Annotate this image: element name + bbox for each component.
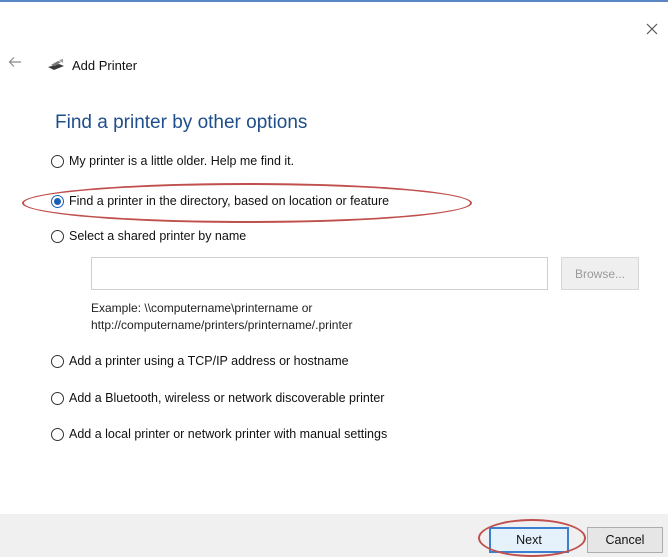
page-heading: Find a printer by other options <box>55 112 308 133</box>
back-button[interactable] <box>6 53 24 71</box>
window-top-border <box>0 0 668 2</box>
close-button[interactable] <box>643 20 661 38</box>
option-shared-printer[interactable]: Select a shared printer by name <box>51 229 246 243</box>
cancel-button[interactable]: Cancel <box>587 527 663 553</box>
option-label: Find a printer in the directory, based o… <box>69 194 390 208</box>
option-label: Add a local printer or network printer w… <box>69 427 388 441</box>
option-label: Add a Bluetooth, wireless or network dis… <box>69 391 385 405</box>
option-local-manual[interactable]: Add a local printer or network printer w… <box>51 427 387 441</box>
printer-icon <box>48 59 64 70</box>
back-arrow-icon <box>8 57 21 67</box>
next-button[interactable]: Next <box>489 527 569 553</box>
example-line-1: Example: \\computername\printername or <box>91 301 313 315</box>
radio-button[interactable] <box>51 229 64 243</box>
option-older-printer[interactable]: My printer is a little older. Help me fi… <box>51 154 294 168</box>
radio-button[interactable] <box>51 354 64 368</box>
example-line-2: http://computername/printers/printername… <box>91 318 353 332</box>
shared-printer-name-input[interactable] <box>91 257 548 290</box>
radio-button[interactable] <box>51 427 64 441</box>
browse-button[interactable]: Browse... <box>561 257 639 290</box>
radio-button[interactable] <box>51 154 64 168</box>
option-tcpip[interactable]: Add a printer using a TCP/IP address or … <box>51 354 349 368</box>
option-label: Add a printer using a TCP/IP address or … <box>69 354 349 368</box>
radio-button[interactable] <box>51 391 64 405</box>
option-label: My printer is a little older. Help me fi… <box>69 154 295 168</box>
close-icon <box>646 23 658 35</box>
window-title-bar: Add Printer <box>46 56 137 74</box>
option-bluetooth-wireless[interactable]: Add a Bluetooth, wireless or network dis… <box>51 391 384 405</box>
option-label: Select a shared printer by name <box>69 229 247 243</box>
option-find-in-directory[interactable]: Find a printer in the directory, based o… <box>51 194 389 208</box>
radio-button-selected[interactable] <box>51 194 64 208</box>
example-hint: Example: \\computername\printername or h… <box>91 300 352 334</box>
window-title: Add Printer <box>72 57 138 73</box>
